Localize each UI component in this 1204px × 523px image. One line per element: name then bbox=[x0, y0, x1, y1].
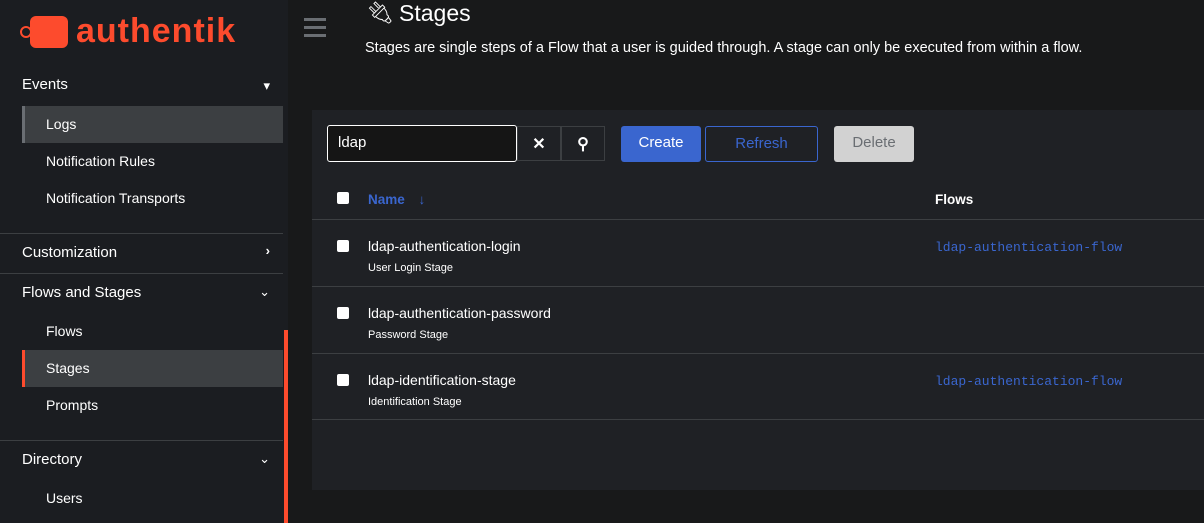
select-all-checkbox[interactable] bbox=[337, 192, 349, 204]
sidebar-item-prompts[interactable]: Prompts bbox=[22, 387, 283, 424]
chevron-down-icon: ⌄ bbox=[259, 284, 270, 299]
nav-section-directory[interactable]: Directory bbox=[22, 451, 82, 468]
column-header-flows: Flows bbox=[935, 192, 974, 207]
nav-section-customization[interactable]: Customization bbox=[22, 244, 117, 261]
row-checkbox[interactable] bbox=[337, 307, 349, 319]
hamburger-menu-icon[interactable] bbox=[304, 18, 326, 42]
flow-link[interactable]: ldap-authentication-flow bbox=[935, 240, 1122, 255]
table-row: ldap-identification-stage Identification… bbox=[312, 353, 1204, 420]
row-checkbox[interactable] bbox=[337, 374, 349, 386]
sidebar-item-stages[interactable]: Stages bbox=[22, 350, 283, 387]
logo-icon bbox=[20, 15, 68, 48]
table-row: ldap-authentication-password Password St… bbox=[312, 286, 1204, 353]
divider bbox=[0, 440, 283, 441]
sidebar-item-notification-transports[interactable]: Notification Transports bbox=[22, 180, 283, 217]
chevron-down-icon: ⌄ bbox=[259, 451, 270, 466]
page-title: Stages bbox=[399, 0, 471, 26]
search-button[interactable]: ⚲ bbox=[561, 126, 605, 161]
table-row: ldap-authentication-login User Login Sta… bbox=[312, 219, 1204, 286]
stage-name: ldap-identification-stage bbox=[368, 372, 516, 388]
sidebar-item-logs[interactable]: Logs bbox=[22, 106, 283, 143]
create-button[interactable]: Create bbox=[621, 126, 701, 162]
caret-down-icon: ▾ bbox=[263, 78, 270, 93]
nav-section-events[interactable]: Events bbox=[22, 76, 68, 93]
sort-arrow-down-icon: ↓ bbox=[418, 192, 426, 207]
search-input[interactable]: ldap bbox=[327, 125, 517, 162]
chevron-right-icon: › bbox=[265, 243, 270, 258]
refresh-button[interactable]: Refresh bbox=[705, 126, 818, 162]
sidebar-item-notification-rules[interactable]: Notification Rules bbox=[22, 143, 283, 180]
stage-type: Password Stage bbox=[368, 329, 449, 341]
stage-type: Identification Stage bbox=[368, 396, 462, 408]
page-description: Stages are single steps of a Flow that a… bbox=[365, 40, 1083, 56]
clear-search-button[interactable]: ✕ bbox=[517, 126, 561, 161]
stages-table-card: ldap ✕ ⚲ Create Refresh Delete Name ↓ Fl… bbox=[312, 110, 1204, 490]
row-checkbox[interactable] bbox=[337, 240, 349, 252]
sidebar-item-users[interactable]: Users bbox=[22, 480, 283, 517]
divider bbox=[0, 233, 283, 234]
stage-name: ldap-authentication-login bbox=[368, 238, 521, 254]
column-header-name[interactable]: Name ↓ bbox=[368, 192, 425, 207]
sidebar-item-flows[interactable]: Flows bbox=[22, 313, 283, 350]
stage-name: ldap-authentication-password bbox=[368, 305, 551, 321]
authentik-logo[interactable]: authentik bbox=[20, 12, 236, 51]
sidebar: authentik Events ▾ Logs Notification Rul… bbox=[0, 0, 288, 523]
sidebar-scrollbar[interactable] bbox=[284, 330, 288, 523]
divider bbox=[0, 273, 283, 274]
delete-button[interactable]: Delete bbox=[834, 126, 914, 162]
flow-link[interactable]: ldap-authentication-flow bbox=[935, 374, 1122, 389]
plug-icon: 🔌︎ bbox=[366, 0, 394, 25]
nav-section-flows-and-stages[interactable]: Flows and Stages bbox=[22, 284, 141, 301]
stage-type: User Login Stage bbox=[368, 262, 453, 274]
